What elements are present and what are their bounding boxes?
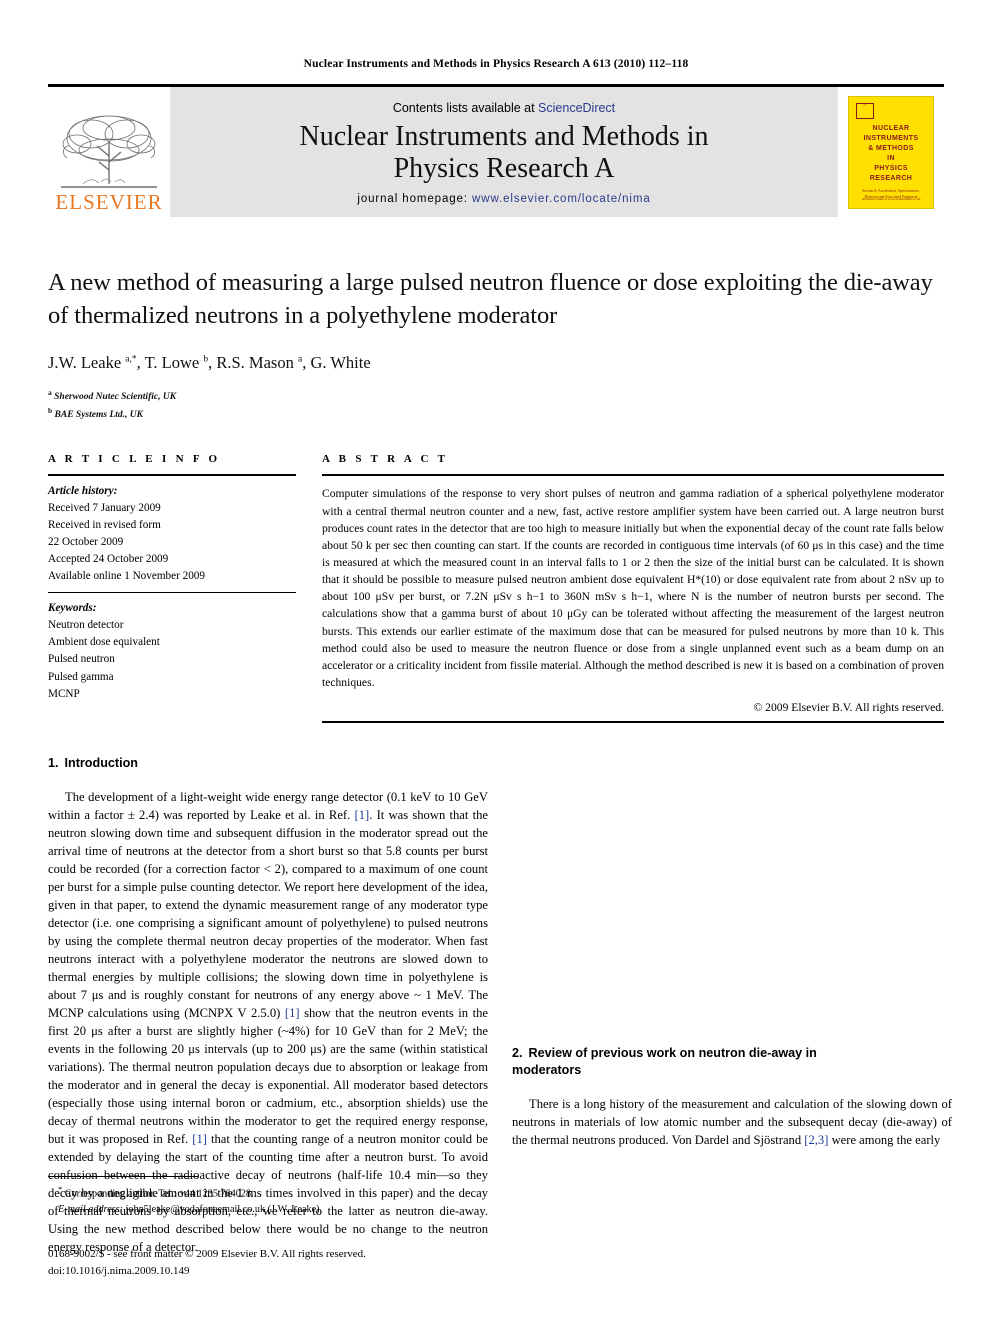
sciencedirect-link[interactable]: ScienceDirect (538, 101, 615, 115)
journal-homepage-line: journal homepage: www.elsevier.com/locat… (357, 193, 650, 205)
article-history-item: Received in revised form (48, 519, 161, 532)
article-history-item: Available online 1 November 2009 (48, 570, 205, 583)
affiliation-a: a Sherwood Nutec Scientific, UK (48, 387, 944, 405)
article-history-block: Article history: Received 7 January 2009… (48, 476, 296, 592)
keyword-item: Pulsed gamma (48, 670, 114, 683)
author-list: J.W. Leake a,*, T. Lowe b, R.S. Mason a,… (48, 352, 371, 372)
section-title: Introduction (64, 756, 138, 771)
info-abstract-region: A R T I C L E I N F O Article history: R… (48, 453, 944, 724)
contents-prefix: Contents lists available at (392, 101, 539, 116)
cover-title-line-1: NUCLEAR (872, 124, 910, 132)
cover-title-text: NUCLEAR INSTRUMENTS & METHODS IN PHYSICS… (849, 124, 933, 185)
abstract-text: Computer simulations of the response to … (322, 487, 944, 690)
affiliations: a Sherwood Nutec Scientific, UK b BAE Sy… (48, 387, 944, 424)
cover-title-line-6: RESEARCH (869, 175, 913, 183)
section-title-line-2: moderators (512, 1063, 582, 1078)
journal-homepage-link[interactable]: www.elsevier.com/locate/nima (472, 193, 651, 205)
reference-link-2[interactable]: [1] (285, 1006, 300, 1020)
review-paragraph: There is a long history of the measureme… (512, 1095, 952, 1149)
cover-title-line-3: & METHODS (868, 144, 914, 152)
article-history-label: Article history: (48, 485, 118, 498)
abstract-column: A B S T R A C T Computer simulations of … (322, 453, 944, 724)
section-title-line-1: Review of previous work on neutron die-a… (528, 1046, 817, 1061)
journal-title-line-2: Physics Research A (393, 152, 615, 184)
section-heading-review: 2. Review of previous work on neutron die… (512, 1045, 952, 1079)
footnote-block: * Corresponding author. Tel.: +44 1235 7… (48, 1176, 488, 1217)
keyword-item: Neutron detector (48, 619, 124, 632)
running-head: Nuclear Instruments and Methods in Physi… (303, 58, 689, 70)
doi-line[interactable]: doi:10.1016/j.nima.2009.10.149 (48, 1263, 568, 1280)
article-history-item: 22 October 2009 (48, 536, 124, 549)
title-block: A new method of measuring a large pulsed… (48, 267, 944, 423)
cover-publisher-icon: ≡≡ (856, 102, 874, 119)
section-heading-introduction: 1. Introduction (48, 755, 488, 772)
elsevier-logo: ELSEVIER (48, 87, 170, 217)
affiliation-marker-a: a (48, 387, 52, 397)
paper-page: Nuclear Instruments and Methods in Physi… (0, 0, 992, 1323)
homepage-prefix: journal homepage: (357, 192, 473, 205)
author-affil-marker-a: a,* (125, 354, 137, 365)
journal-title-line-1: Nuclear Instruments and Methods in (299, 121, 709, 153)
section-number: 2. (512, 1046, 523, 1061)
cover-title-line-5: PHYSICS (874, 165, 908, 173)
reference-link-23[interactable]: [2,3] (804, 1133, 828, 1147)
intro-text-part-2: . It was shown that the neutron slowing … (48, 808, 489, 1021)
elsevier-tree-icon (57, 112, 161, 194)
issn-doi-block: 0168-9002/$ - see front matter © 2009 El… (48, 1246, 568, 1279)
journal-masthead: ELSEVIER Contents lists available at Sci… (48, 84, 944, 217)
intro-text-part-3: show that the neutron events in the firs… (48, 1006, 488, 1147)
email-note: E-mail address: john5leake@vodafoneemail… (48, 1202, 488, 1217)
affiliation-a-text: Sherwood Nutec Scientific, UK (54, 391, 177, 402)
article-info-column: A R T I C L E I N F O Article history: R… (48, 453, 296, 723)
journal-cover-image: ≡≡ NUCLEAR INSTRUMENTS & METHODS IN PHYS… (848, 95, 934, 209)
keywords-label: Keywords: (48, 602, 97, 615)
body-column-right: 2. Review of previous work on neutron die… (512, 755, 952, 1266)
keyword-item: MCNP (48, 687, 80, 700)
reference-link-3[interactable]: [1] (192, 1132, 207, 1146)
abstract-heading: A B S T R A C T (322, 453, 449, 466)
elsevier-wordmark: ELSEVIER (55, 190, 163, 214)
author-affil-marker-a2: a (297, 354, 303, 365)
article-history-item: Accepted 24 October 2009 (48, 553, 169, 566)
affiliation-marker-b: b (48, 406, 53, 415)
reference-link-1[interactable]: [1] (355, 808, 370, 822)
email-value[interactable]: john5leake@vodafoneemail.co.uk (J.W. Lea… (123, 1204, 323, 1215)
column-flow-spacer (512, 755, 952, 1045)
cover-footer-text: Available online at www.sciencedirect.co… (861, 196, 921, 201)
corresponding-author-note: * Corresponding author. Tel.: +44 1235 7… (48, 1183, 488, 1202)
affiliation-b-text: BAE Systems Ltd., UK (54, 410, 143, 421)
keyword-item: Ambient dose equivalent (48, 636, 160, 649)
contents-lists-line: Contents lists available at ScienceDirec… (393, 101, 615, 115)
keywords-block: Keywords: Neutron detector Ambient dose … (48, 593, 296, 709)
section-number: 1. (48, 756, 59, 771)
page-title: A new method of measuring a large pulsed… (48, 269, 933, 329)
corresponding-author-text: Corresponding author. Tel.: +44 1235 764… (62, 1188, 254, 1200)
affiliation-b: b BAE Systems Ltd., UK (48, 405, 944, 423)
masthead-banner: Contents lists available at ScienceDirec… (170, 87, 838, 217)
journal-title: Nuclear Instruments and Methods in Physi… (299, 121, 708, 184)
abstract-rule-bottom (322, 721, 944, 724)
journal-cover-thumbnail: ≡≡ NUCLEAR INSTRUMENTS & METHODS IN PHYS… (838, 87, 944, 217)
issn-front-matter-line: 0168-9002/$ - see front matter © 2009 El… (48, 1248, 366, 1260)
abstract-copyright: © 2009 Elsevier B.V. All rights reserved… (753, 701, 944, 715)
article-history-item: Received 7 January 2009 (48, 502, 161, 515)
footnote-rule (48, 1176, 198, 1177)
review-text-part-2: were among the early (828, 1133, 941, 1148)
article-info-heading: A R T I C L E I N F O (48, 453, 221, 466)
keyword-item: Pulsed neutron (48, 653, 115, 666)
cover-title-line-4: IN (887, 154, 895, 162)
author-affil-marker-b: b (203, 354, 209, 365)
cover-title-line-2: INSTRUMENTS (863, 134, 919, 142)
email-label: E-mail address: (58, 1203, 123, 1215)
